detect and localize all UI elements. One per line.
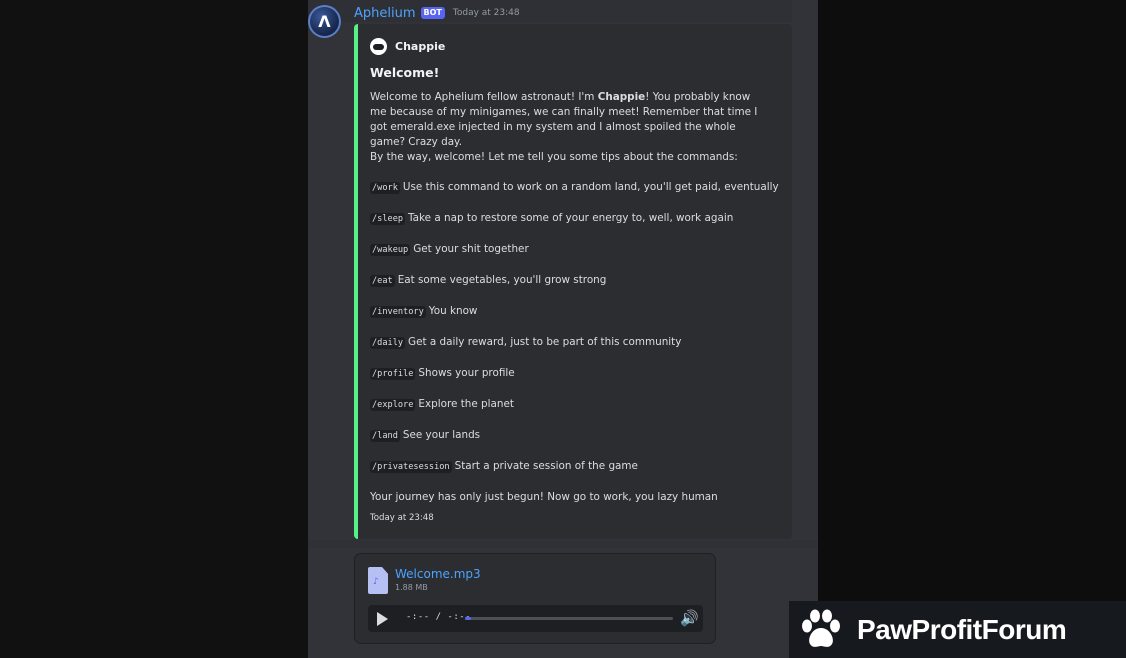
command-line: /profile Shows your profile [370, 367, 515, 380]
command-description: Get your shit together [413, 243, 529, 255]
command-description: Shows your profile [418, 367, 515, 379]
bot-avatar[interactable]: Λ [308, 5, 341, 38]
paw-icon [802, 609, 840, 647]
author-username[interactable]: Aphelium [354, 6, 416, 21]
command-code: /profile [370, 368, 416, 380]
command-line: /work Use this command to work on a rando… [370, 181, 779, 194]
command-description: See your lands [402, 429, 481, 441]
command-code: /privatesession [370, 461, 452, 473]
time-readout: -:-- / -:-- [406, 612, 472, 622]
message-timestamp[interactable]: Today at 23:48 [453, 8, 520, 18]
closing-text: Your journey has only just begun! Now go… [370, 491, 718, 503]
audio-progress-fill [465, 617, 472, 620]
file-name-link[interactable]: Welcome.mp3 [395, 567, 481, 581]
left-backdrop [0, 0, 308, 658]
command-code: /inventory [370, 306, 426, 318]
command-description: You know [428, 305, 478, 317]
intro-text-3: By the way, welcome! Let me tell you som… [370, 151, 738, 163]
command-description: Use this command to work on a random lan… [402, 181, 779, 193]
command-description: Start a private session of the game [454, 460, 638, 472]
command-line: /land See your lands [370, 429, 481, 442]
file-size: 1.88 MB [395, 583, 428, 592]
audio-attachment: ♪ Welcome.mp3 1.88 MB -:-- / -:-- 🔊 [354, 553, 716, 644]
intro-bold-name: Chappie [597, 91, 646, 103]
message-header: Aphelium BOT Today at 23:48 [354, 4, 520, 22]
command-description: Take a nap to restore some of your energ… [408, 212, 734, 224]
embed-footer-timestamp: Today at 23:48 [370, 513, 434, 523]
audio-progress-bar[interactable] [465, 617, 673, 620]
command-line: /inventory You know [370, 305, 478, 318]
play-icon[interactable] [377, 612, 388, 626]
message-gap [308, 540, 818, 548]
embed-description: Welcome to Aphelium fellow astronaut! I'… [370, 90, 770, 165]
command-code: /explore [370, 399, 416, 411]
command-line: /wakeup Get your shit together [370, 243, 529, 256]
command-code: /daily [370, 337, 406, 349]
command-code: /wakeup [370, 244, 411, 256]
command-code: /work [370, 182, 400, 194]
welcome-embed: Chappie Welcome! Welcome to Aphelium fel… [354, 24, 792, 539]
command-line: /eat Eat some vegetables, you'll grow str… [370, 274, 607, 287]
command-code: /land [370, 430, 400, 442]
astronaut-icon [370, 38, 387, 55]
command-description: Get a daily reward, just to be part of t… [408, 336, 682, 348]
bot-badge: BOT [420, 7, 445, 19]
right-backdrop [818, 0, 1126, 658]
command-code: /sleep [370, 213, 406, 225]
embed-author: Chappie [370, 38, 445, 55]
embed-author-name: Chappie [395, 40, 446, 53]
command-code: /eat [370, 275, 395, 287]
command-description: Explore the planet [418, 398, 514, 410]
chat-panel: Λ Aphelium BOT Today at 23:48 Chappie We… [308, 0, 818, 658]
command-line: /sleep Take a nap to restore some of your… [370, 212, 734, 225]
embed-title: Welcome! [370, 65, 440, 80]
intro-text-1: Welcome to Aphelium fellow astronaut! I'… [370, 91, 598, 103]
audio-player: -:-- / -:-- 🔊 [368, 605, 703, 632]
volume-icon[interactable]: 🔊 [680, 609, 699, 627]
command-line: /daily Get a daily reward, just to be par… [370, 336, 682, 349]
command-description: Eat some vegetables, you'll grow strong [397, 274, 607, 286]
watermark-text: PawProfitForum [857, 613, 1067, 645]
command-line: /privatesession Start a private session o… [370, 460, 638, 473]
audio-file-icon: ♪ [368, 567, 388, 594]
command-line: /explore Explore the planet [370, 398, 514, 411]
watermark-banner: PawProfitForum [789, 601, 1126, 658]
